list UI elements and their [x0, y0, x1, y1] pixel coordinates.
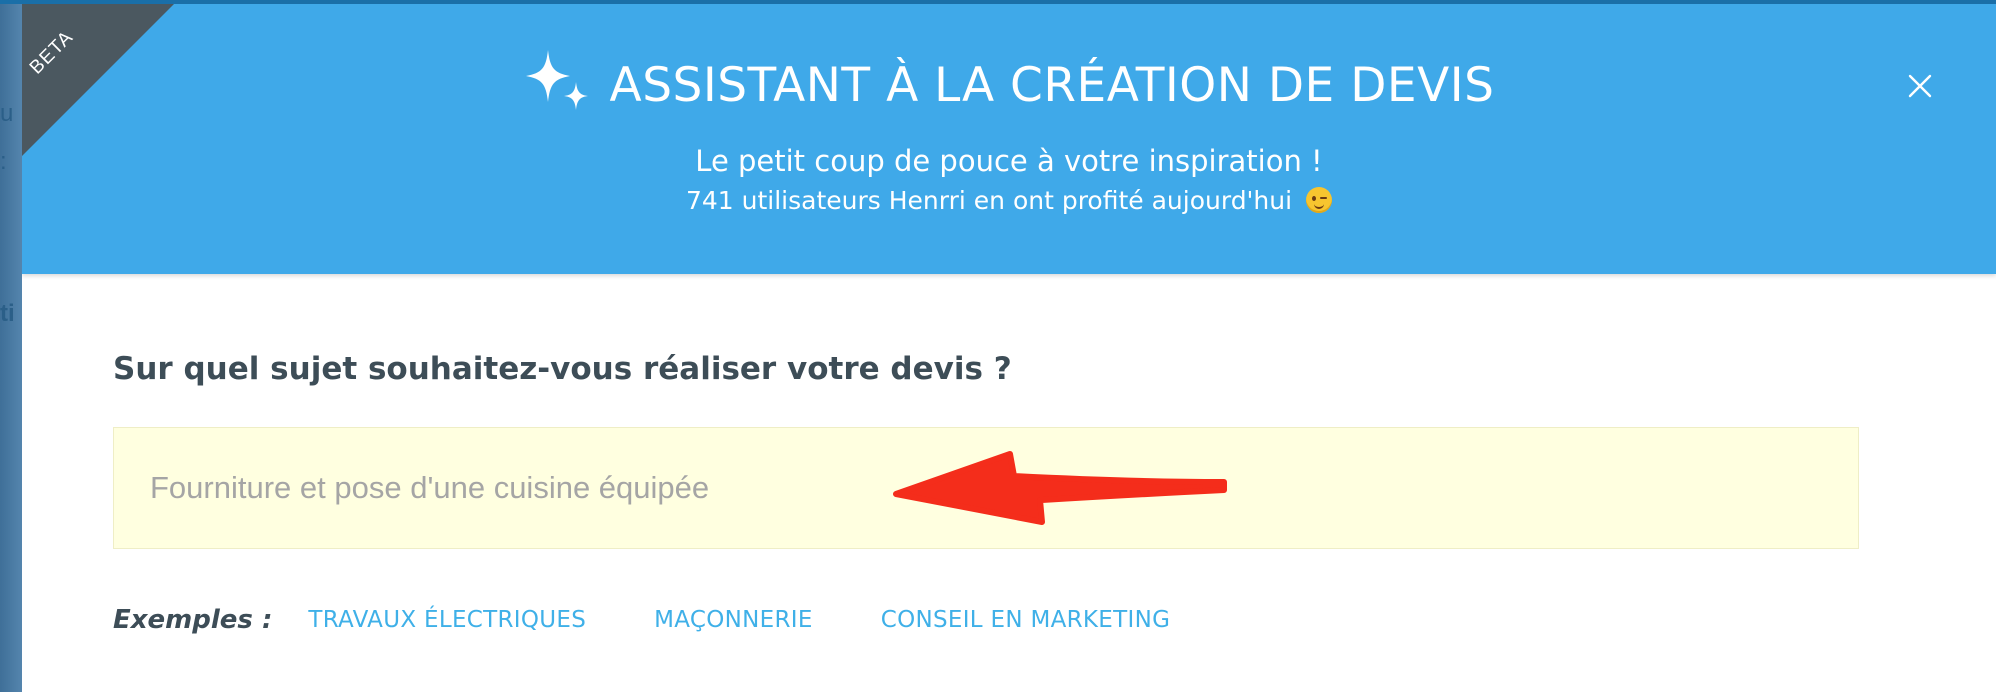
background-text-fragment: ti — [0, 300, 15, 327]
examples-label: Exemples : — [113, 605, 273, 635]
modal-subtitle: Le petit coup de pouce à votre inspirati… — [695, 144, 1323, 178]
modal-title: ASSISTANT À LA CRÉATION DE DEVIS — [609, 57, 1495, 113]
wink-emoji-icon — [1306, 187, 1333, 213]
subject-input[interactable] — [114, 428, 1858, 548]
modal-header: BETA ASSISTANT À LA CRÉATION DE DEVIS Le… — [22, 4, 1996, 274]
title-row: ASSISTANT À LA CRÉATION DE DEVIS — [22, 40, 1996, 130]
subject-question: Sur quel sujet souhaitez-vous réaliser v… — [113, 351, 1012, 387]
usage-stats: 741 utilisateurs Henrri en ont profité a… — [22, 186, 1996, 215]
background-text-fragment: : — [0, 148, 7, 175]
sparkles-icon — [525, 50, 588, 110]
close-button[interactable] — [1906, 72, 1934, 100]
background-text-fragment: u — [0, 100, 14, 127]
example-marketing-consulting[interactable]: CONSEIL EN MARKETING — [881, 607, 1171, 633]
close-icon — [1908, 74, 1932, 98]
quote-assistant-modal: BETA ASSISTANT À LA CRÉATION DE DEVIS Le… — [22, 4, 1996, 692]
usage-text: utilisateurs Henrri en ont profité aujou… — [741, 186, 1293, 215]
usage-count: 741 — [685, 186, 734, 215]
example-electrical-works[interactable]: TRAVAUX ÉLECTRIQUES — [308, 607, 586, 633]
subject-input-container — [113, 427, 1859, 549]
example-masonry[interactable]: MAÇONNERIE — [654, 607, 813, 633]
examples-row: Exemples : TRAVAUX ÉLECTRIQUES MAÇONNERI… — [113, 602, 1238, 638]
